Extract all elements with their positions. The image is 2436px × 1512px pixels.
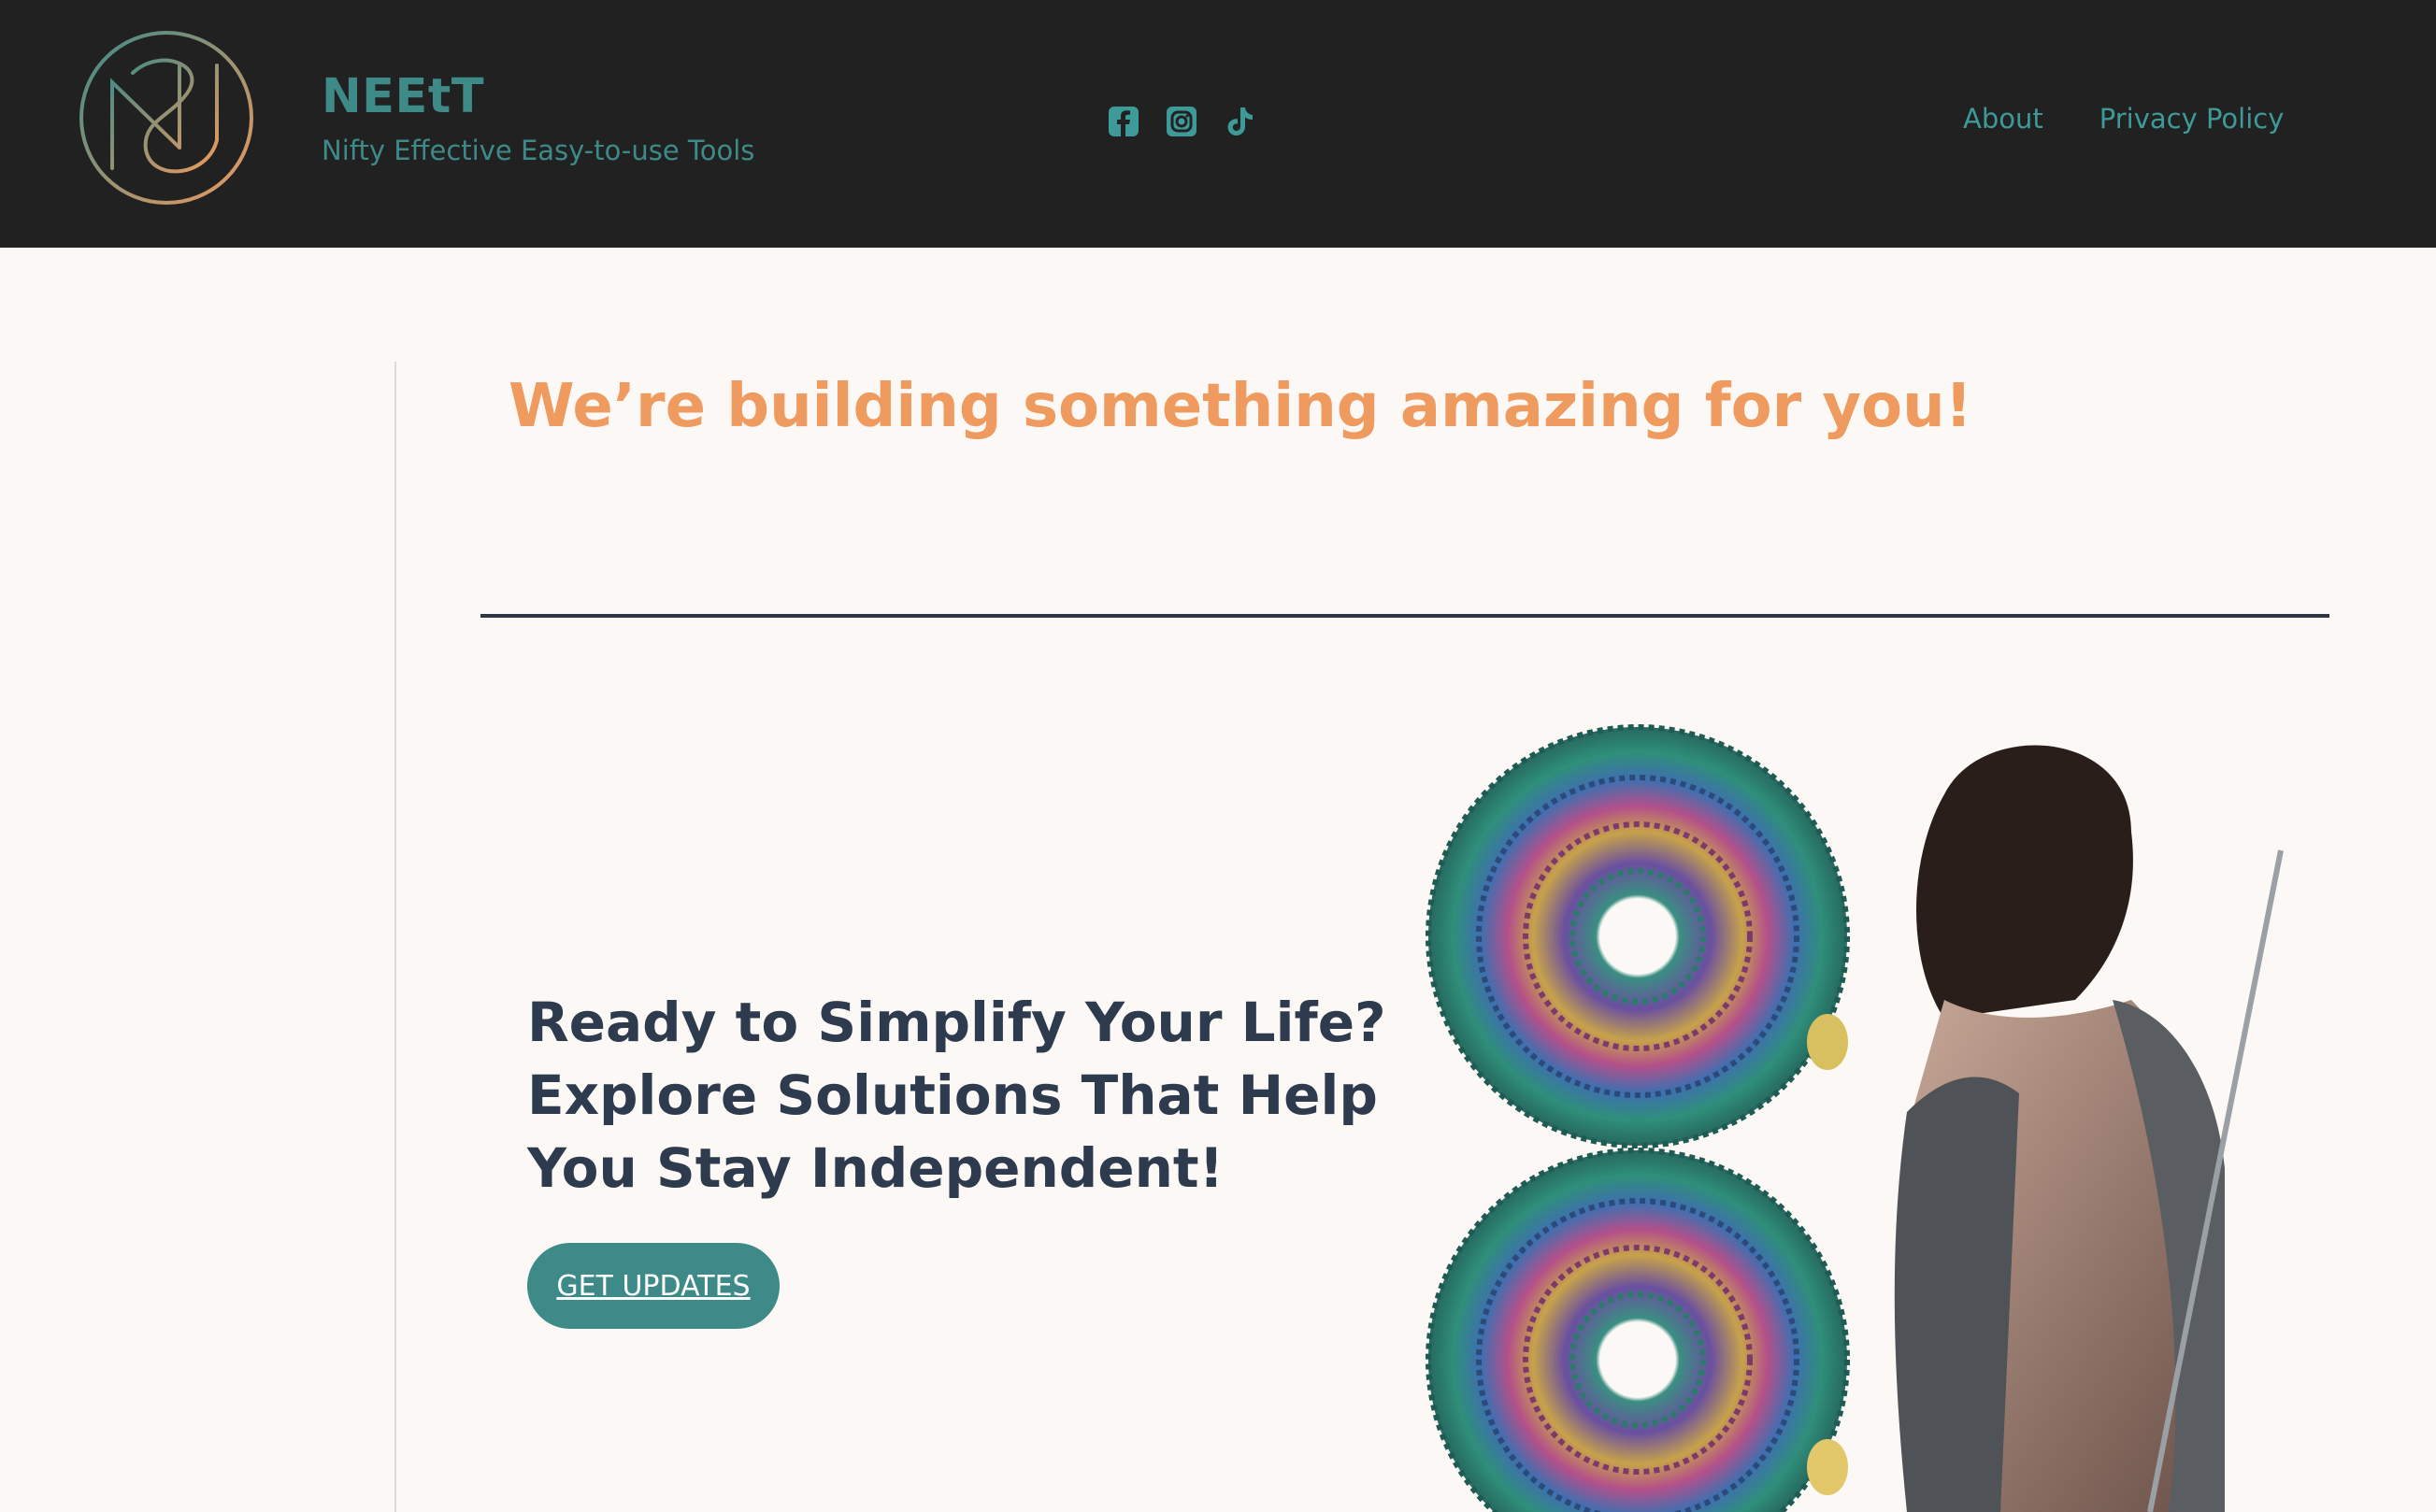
social-links <box>1107 105 1256 138</box>
brand-tagline: Nifty Effective Easy-to-use Tools <box>322 135 755 166</box>
nav-privacy-policy[interactable]: Privacy Policy <box>2099 103 2285 135</box>
instagram-icon[interactable] <box>1165 105 1198 138</box>
cta-line-1: Ready to Simplify Your Life? <box>527 991 1386 1054</box>
main-nav: About Privacy Policy <box>1963 103 2284 135</box>
brand-name[interactable]: NEEtT <box>322 69 484 124</box>
site-header: NEEtT Nifty Effective Easy-to-use Tools … <box>0 0 2436 248</box>
nav-about[interactable]: About <box>1963 103 2043 135</box>
ns-logo-icon[interactable] <box>77 28 256 207</box>
tiktok-icon[interactable] <box>1223 105 1256 138</box>
hero-product-image <box>1421 720 2290 1512</box>
content-divider <box>394 362 396 1512</box>
section-divider <box>480 614 2329 618</box>
cta-heading: Ready to Simplify Your Life? Explore Sol… <box>527 986 1386 1205</box>
facebook-icon[interactable] <box>1107 105 1140 138</box>
cta-line-2: Explore Solutions That Help <box>527 1063 1378 1127</box>
get-updates-button[interactable]: GET UPDATES <box>527 1243 780 1329</box>
cta-line-3: You Stay Independent! <box>527 1136 1225 1200</box>
page-headline: We’re building something amazing for you… <box>509 372 1972 441</box>
